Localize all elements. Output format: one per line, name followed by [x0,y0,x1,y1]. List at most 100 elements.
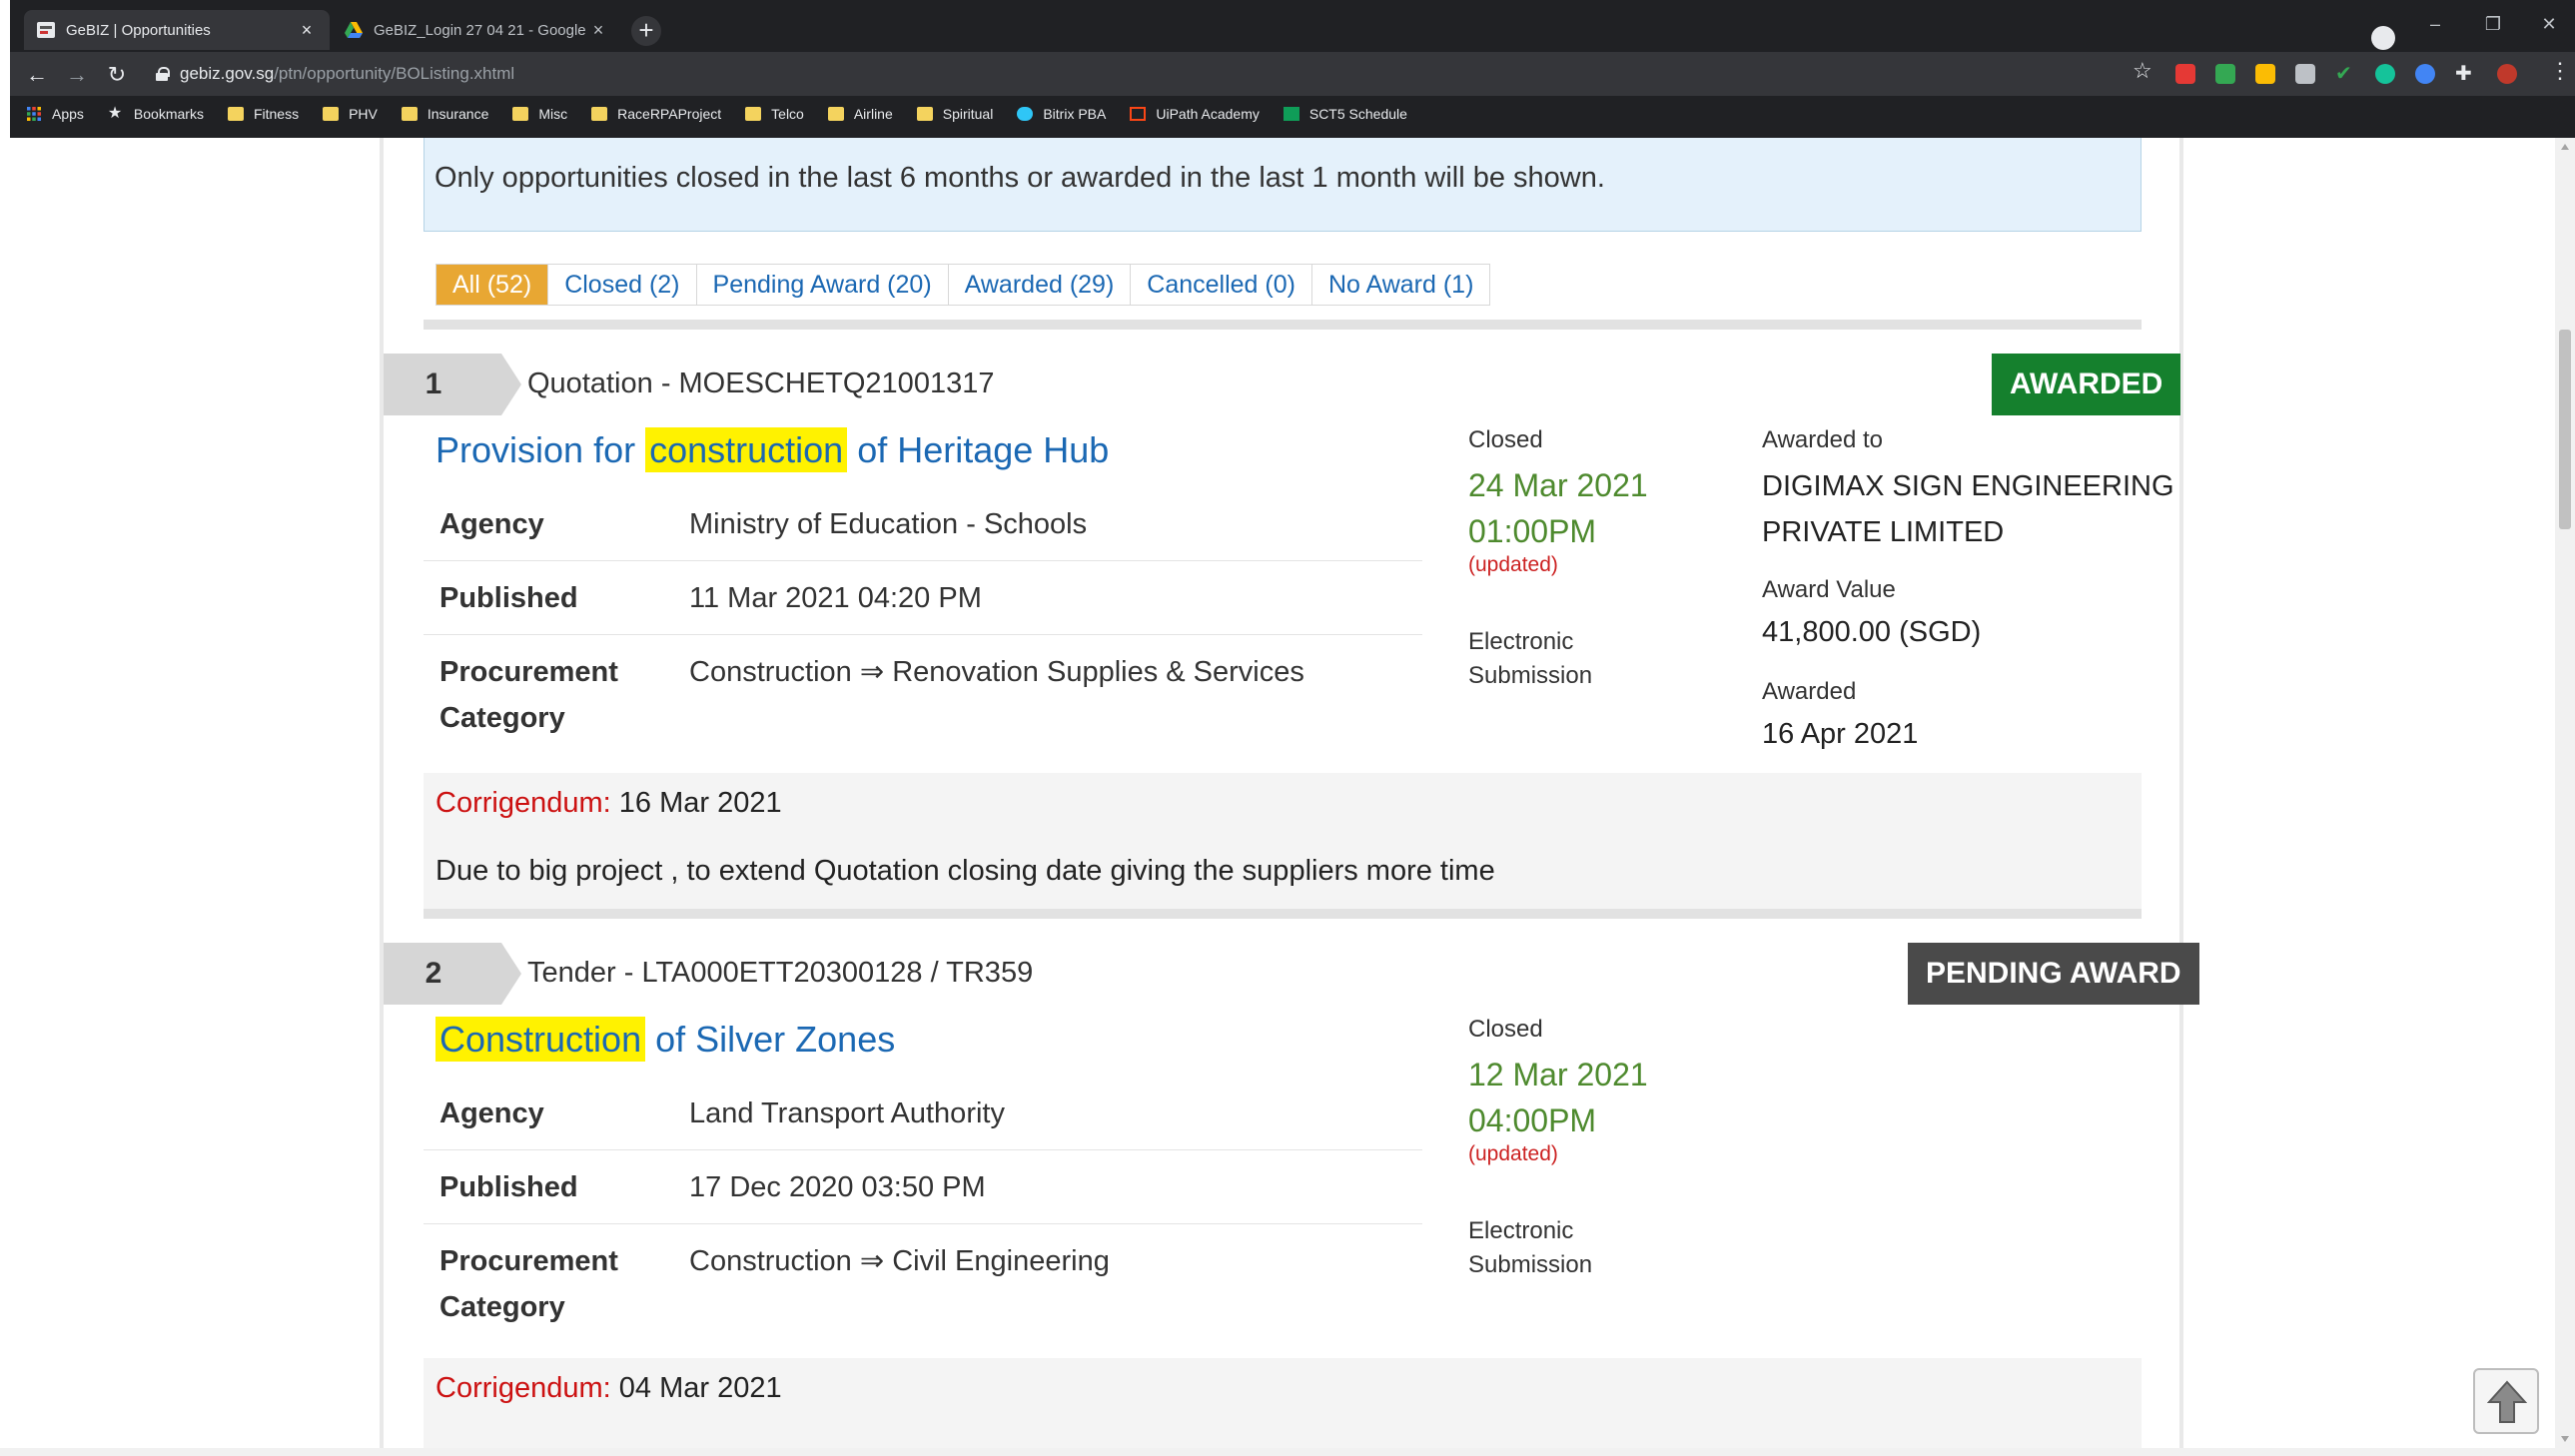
section-divider [424,909,2142,919]
browser-toolbar: ← → ↻ gebiz.gov.sg/ptn/opportunity/BOLis… [10,52,2575,96]
extension-blue-icon[interactable] [2415,64,2435,84]
folder-icon [745,107,762,121]
bookmark-airline[interactable]: Airline [827,106,893,122]
back-arrow-icon[interactable]: ← [20,58,54,92]
bookmark-phv[interactable]: PHV [323,106,378,122]
detail-row-agency: Agency Land Transport Authority [424,1079,1422,1150]
status-badge-pending-award: PENDING AWARD [1908,943,2199,1005]
filter-tab-pending-award[interactable]: Pending Award (20) [697,265,949,305]
section-divider [424,320,2142,330]
filter-tab-cancelled[interactable]: Cancelled (0) [1131,265,1312,305]
restore-button[interactable]: ❐ [2473,14,2513,35]
bookmark-misc[interactable]: Misc [512,106,567,122]
bookmark-racerpaproject[interactable]: RaceRPAProject [591,106,721,122]
record-type-reference: Quotation - MOESCHETQ21001317 [527,367,995,399]
filter-tab-closed[interactable]: Closed (2) [548,265,697,305]
folder-icon [227,107,244,121]
extension-red-icon[interactable] [2175,64,2195,84]
forward-arrow-icon[interactable]: → [60,58,94,92]
bookmarks-bar: Apps ★ Bookmarks Fitness PHV Insurance M… [10,96,2575,132]
extension-drive-icon[interactable] [2215,64,2235,84]
bookmark-sct5-schedule[interactable]: SCT5 Schedule [1283,106,1407,122]
awarded-to-label: Awarded to [1762,426,1883,453]
scrollbar-thumb[interactable] [2559,330,2571,529]
scroll-up-arrow-icon[interactable] [2561,144,2569,150]
filter-tab-awarded[interactable]: Awarded (29) [949,265,1132,305]
page-scrollbar[interactable] [2555,138,2575,1448]
corrigendum-heading: Corrigendum: 04 Mar 2021 [435,1372,782,1404]
detail-row-procurement-category: Procurement Category Construction ⇒ Civi… [439,1245,1110,1323]
gebiz-favicon-icon [37,22,55,38]
record-title-link[interactable]: Provision for construction of Heritage H… [435,427,1109,472]
profile-avatar[interactable] [2497,64,2517,84]
bookmark-apps[interactable]: Apps [26,106,84,122]
bookmark-insurance[interactable]: Insurance [401,106,488,122]
back-to-top-button[interactable] [2473,1368,2539,1434]
grammarly-icon[interactable] [2375,64,2395,84]
address-bar[interactable]: gebiz.gov.sg/ptn/opportunity/BOListing.x… [150,56,2147,92]
search-highlight: Construction [435,1017,646,1062]
apps-grid-icon [27,107,41,121]
window-left-edge [0,0,10,1456]
filter-tab-no-award[interactable]: No Award (1) [1312,265,1489,305]
bookmark-uipath-academy[interactable]: UiPath Academy [1130,106,1260,122]
record-title-link[interactable]: Construction of Silver Zones [435,1017,895,1062]
bookmark-telco[interactable]: Telco [745,106,804,122]
arrow-up-icon [2487,1380,2527,1423]
bookmark-bitrix-pba[interactable]: Bitrix PBA [1017,106,1106,122]
bookmark-star-icon[interactable]: ☆ [2133,58,2152,84]
submission-label-2: Submission [1468,1251,1593,1278]
scroll-down-arrow-icon[interactable] [2561,1436,2569,1442]
record-number-badge: 1 [384,354,521,415]
corrigendum-box: Corrigendum: 04 Mar 2021 [424,1358,2142,1448]
lock-icon [156,67,170,81]
star-icon: ★ [107,105,123,122]
extension-grey-icon[interactable] [2295,64,2315,84]
folder-icon [323,107,340,121]
extension-check-icon[interactable]: ✔ [2335,64,2355,84]
extensions-puzzle-icon[interactable]: ✚ [2455,64,2475,84]
bookmark-fitness[interactable]: Fitness [227,106,299,122]
closed-date: 12 Mar 2021 [1468,1057,1648,1092]
bookmark-bookmarks[interactable]: ★ Bookmarks [107,105,204,123]
close-window-button[interactable]: ✕ [2529,14,2569,35]
updated-note: (updated) [1468,1142,1558,1165]
status-badge-awarded: AWARDED [1992,354,2181,415]
filter-tab-all[interactable]: All (52) [436,265,549,305]
google-drive-icon [345,22,363,38]
listing-notice: Only opportunities closed in the last 6 … [424,138,2142,232]
corrigendum-text: Due to big project , to extend Quotation… [435,855,1495,887]
folder-icon [827,107,844,121]
bookmark-spiritual[interactable]: Spiritual [916,106,993,122]
awarded-to-supplier: DIGIMAX SIGN ENGINEERING [1762,470,2174,502]
detail-row-procurement-category: Procurement Category Construction ⇒ Reno… [439,656,1304,734]
detail-row-published: Published 17 Dec 2020 03:50 PM [424,1150,1422,1224]
menu-kebab-icon[interactable]: ⋮ [2549,58,2571,84]
bitrix-icon [1017,107,1034,121]
closed-label: Closed [1468,426,1543,453]
tab-close-icon[interactable]: × [296,20,318,41]
tab-title: GeBIZ | Opportunities [66,21,211,39]
opportunities-listing: Only opportunities closed in the last 6 … [380,138,2199,1448]
closed-label: Closed [1468,1016,1543,1043]
search-highlight: construction [645,427,848,472]
corrigendum-box: Corrigendum: 16 Mar 2021 Due to big proj… [424,773,2142,915]
tab-gebiz-opportunities[interactable]: GeBIZ | Opportunities × [24,10,330,50]
closed-time: 04:00PM [1468,1102,1597,1138]
tab-gebiz-login-doc[interactable]: GeBIZ_Login 27 04 21 - Google D × [332,10,621,50]
tab-search-icon[interactable] [2371,26,2395,50]
record-type-reference: Tender - LTA000ETT20300128 / TR359 [527,957,1034,989]
awarded-to-supplier-2: PRIVATE LIMITED [1762,516,2005,548]
tab-close-icon[interactable]: × [587,20,609,41]
extension-drive-alt-icon[interactable] [2255,64,2275,84]
submission-label: Electronic [1468,1217,1574,1244]
awarded-date: 16 Apr 2021 [1762,718,1919,750]
corrigendum-heading: Corrigendum: 16 Mar 2021 [435,787,782,819]
new-tab-button[interactable]: + [631,16,661,46]
reload-icon[interactable]: ↻ [100,58,134,92]
closed-date: 24 Mar 2021 [1468,467,1648,503]
award-value: 41,800.00 (SGD) [1762,616,1982,648]
uipath-icon [1130,107,1147,121]
minimize-button[interactable]: – [2415,14,2455,35]
folder-icon [916,107,933,121]
